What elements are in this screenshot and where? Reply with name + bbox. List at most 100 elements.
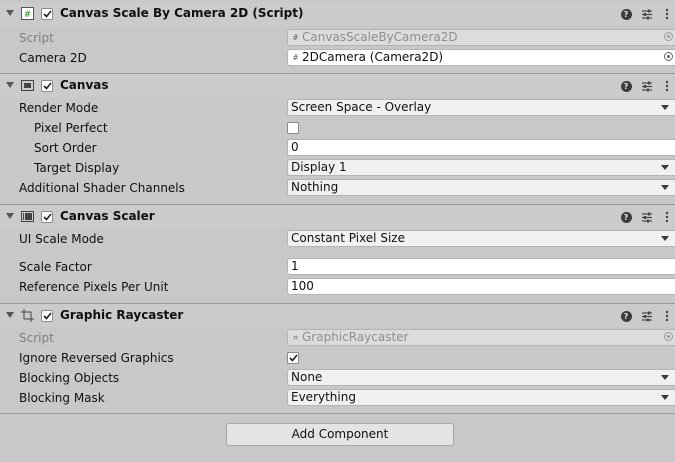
field-value: GraphicRaycaster: [302, 330, 409, 344]
script-hash-icon: #: [21, 7, 34, 20]
object-picker-icon: [664, 32, 673, 41]
field-value: 100: [291, 279, 314, 293]
foldout-arrow-icon[interactable]: [6, 10, 14, 16]
field-value: Constant Pixel Size: [291, 231, 405, 245]
presets-sliders-icon[interactable]: [641, 210, 653, 224]
field-value: Nothing: [291, 180, 339, 194]
property-label: Additional Shader Channels: [19, 181, 185, 195]
divider: [0, 413, 675, 414]
property-label: Ignore Reversed Graphics: [19, 351, 174, 365]
property-label: Sort Order: [34, 141, 97, 155]
component-header-graphic-raycaster[interactable]: Graphic Raycaster ?: [0, 303, 675, 327]
kebab-menu-icon[interactable]: [661, 210, 673, 224]
property-row-script: Script # CanvasScaleByCamera2D: [0, 28, 675, 48]
blocking-objects-dropdown[interactable]: None: [287, 369, 675, 386]
render-mode-dropdown[interactable]: Screen Space - Overlay: [287, 99, 675, 116]
property-row-pixel-perfect: Pixel Perfect: [0, 118, 675, 138]
graphic-raycaster-icon: ⌗: [293, 332, 298, 342]
field-value: 2DCamera (Camera2D): [302, 50, 444, 64]
script-hash-icon: #: [293, 32, 298, 42]
dropdown-arrow-icon: [661, 236, 669, 241]
help-icon[interactable]: ?: [620, 79, 632, 93]
component-header-canvas-scale-by-camera2d[interactable]: # Canvas Scale By Camera 2D (Script) ?: [0, 2, 675, 26]
graphic-raycaster-icon: [21, 309, 34, 322]
property-label: Blocking Objects: [19, 371, 120, 385]
help-icon[interactable]: ?: [620, 7, 632, 21]
pixel-perfect-checkbox[interactable]: [287, 122, 299, 134]
field-value: 1: [291, 259, 299, 273]
property-label: Pixel Perfect: [34, 121, 108, 135]
property-row-additional-shader-channels: Additional Shader Channels Nothing: [0, 178, 675, 198]
script-object-field: # CanvasScaleByCamera2D: [287, 29, 675, 46]
field-value: CanvasScaleByCamera2D: [302, 30, 458, 44]
kebab-menu-icon[interactable]: [661, 79, 673, 93]
help-icon[interactable]: ?: [620, 309, 632, 323]
additional-shader-channels-dropdown[interactable]: Nothing: [287, 179, 675, 196]
component-title: Graphic Raycaster: [60, 308, 184, 322]
ui-scale-mode-dropdown[interactable]: Constant Pixel Size: [287, 230, 675, 247]
object-picker-icon[interactable]: [664, 52, 673, 61]
object-picker-icon: [664, 332, 673, 341]
add-component-button[interactable]: Add Component: [226, 423, 454, 446]
dropdown-arrow-icon: [661, 165, 669, 170]
component-title: Canvas Scale By Camera 2D (Script): [60, 6, 304, 20]
component-enabled-checkbox[interactable]: [41, 80, 53, 92]
dropdown-arrow-icon: [661, 375, 669, 380]
script-object-field: ⌗ GraphicRaycaster: [287, 329, 675, 346]
component-enabled-checkbox[interactable]: [41, 310, 53, 322]
presets-sliders-icon[interactable]: [641, 79, 653, 93]
field-value: Everything: [291, 390, 356, 404]
component-title: Canvas: [60, 78, 109, 92]
property-label: Render Mode: [19, 101, 99, 115]
help-icon[interactable]: ?: [620, 210, 632, 224]
camera-2d-object-field[interactable]: # 2DCamera (Camera2D): [287, 49, 675, 66]
property-label: Reference Pixels Per Unit: [19, 280, 169, 294]
property-label: Blocking Mask: [19, 391, 105, 405]
dropdown-arrow-icon: [661, 105, 669, 110]
property-row-scale-factor: Scale Factor 1: [0, 257, 675, 277]
sort-order-input[interactable]: 0: [287, 139, 675, 156]
canvas-scaler-icon: [21, 210, 34, 223]
component-enabled-checkbox[interactable]: [41, 211, 53, 223]
presets-sliders-icon[interactable]: [641, 7, 653, 21]
property-row-target-display: Target Display Display 1: [0, 158, 675, 178]
property-row-ui-scale-mode: UI Scale Mode Constant Pixel Size: [0, 229, 675, 249]
property-row-ignore-reversed-graphics: Ignore Reversed Graphics: [0, 348, 675, 368]
field-value: Display 1: [291, 160, 347, 174]
scale-factor-input[interactable]: 1: [287, 258, 675, 275]
presets-sliders-icon[interactable]: [641, 309, 653, 323]
property-row-camera-2d: Camera 2D # 2DCamera (Camera2D): [0, 48, 675, 68]
dropdown-arrow-icon: [661, 395, 669, 400]
property-label: Script: [19, 331, 54, 345]
dropdown-arrow-icon: [661, 185, 669, 190]
component-enabled-checkbox[interactable]: [41, 8, 53, 20]
ignore-reversed-graphics-checkbox[interactable]: [287, 352, 299, 364]
field-value: 0: [291, 140, 299, 154]
component-header-canvas[interactable]: Canvas ?: [0, 73, 675, 97]
blocking-mask-dropdown[interactable]: Everything: [287, 389, 675, 406]
property-row-reference-pixels-per-unit: Reference Pixels Per Unit 100: [0, 277, 675, 297]
kebab-menu-icon[interactable]: [661, 7, 673, 21]
component-header-canvas-scaler[interactable]: Canvas Scaler ?: [0, 204, 675, 228]
target-display-dropdown[interactable]: Display 1: [287, 159, 675, 176]
property-row-blocking-objects: Blocking Objects None: [0, 368, 675, 388]
property-label: Target Display: [34, 161, 120, 175]
reference-pixels-per-unit-input[interactable]: 100: [287, 278, 675, 295]
property-row-script: Script ⌗ GraphicRaycaster: [0, 328, 675, 348]
property-label: Scale Factor: [19, 260, 92, 274]
property-label: Script: [19, 31, 54, 45]
script-hash-icon: #: [293, 52, 298, 62]
property-row-render-mode: Render Mode Screen Space - Overlay: [0, 98, 675, 118]
property-row-sort-order: Sort Order 0: [0, 138, 675, 158]
svg-text:#: #: [24, 10, 32, 20]
foldout-arrow-icon[interactable]: [6, 82, 14, 88]
property-label: UI Scale Mode: [19, 232, 104, 246]
kebab-menu-icon[interactable]: [661, 309, 673, 323]
foldout-arrow-icon[interactable]: [6, 213, 14, 219]
property-row-blocking-mask: Blocking Mask Everything: [0, 388, 675, 408]
property-label: Camera 2D: [19, 51, 87, 65]
component-title: Canvas Scaler: [60, 209, 155, 223]
field-value: None: [291, 370, 323, 384]
foldout-arrow-icon[interactable]: [6, 312, 14, 318]
canvas-icon: [21, 79, 34, 92]
